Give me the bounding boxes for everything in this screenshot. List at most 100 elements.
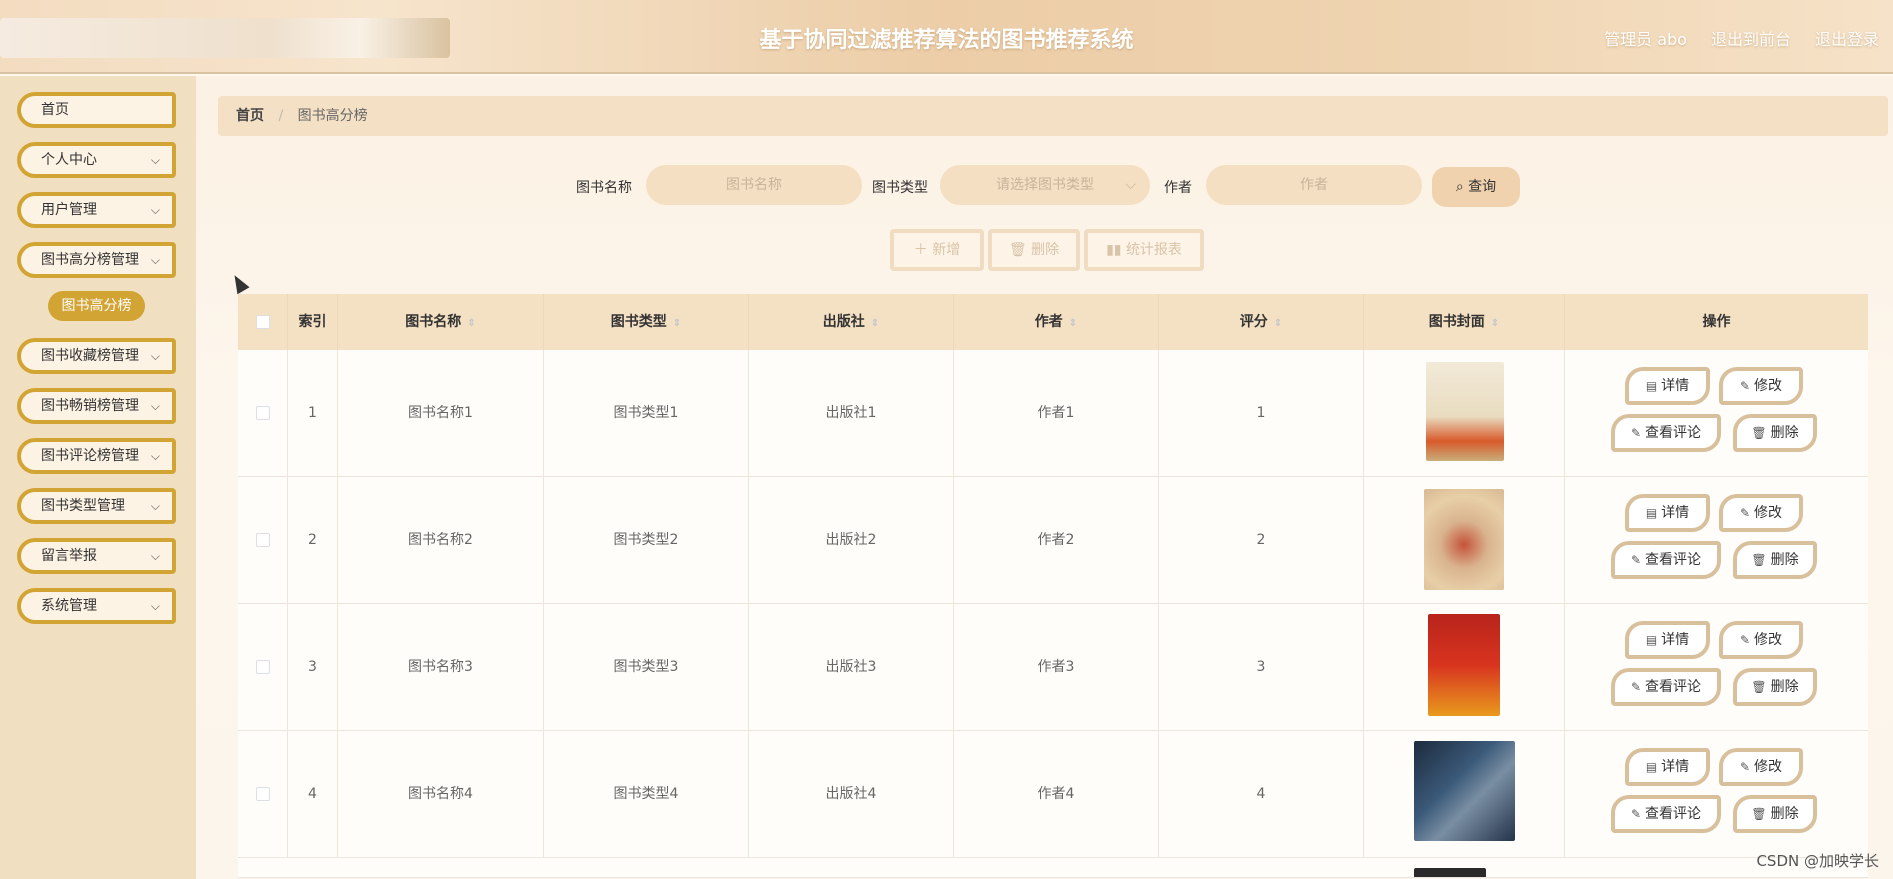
header-label: 作者 <box>1034 314 1063 330</box>
breadcrumb-home[interactable]: 首页 <box>236 108 264 124</box>
view-comments-button[interactable]: ✎ 查看评论 <box>1611 414 1721 452</box>
book-cover-image[interactable] <box>1414 868 1486 877</box>
breadcrumb-current: 图书高分榜 <box>297 108 368 124</box>
csdn-watermark: CSDN @加映学长 <box>1756 852 1879 870</box>
cell-book-type: 图书类型4 <box>544 731 749 858</box>
query-button-label: 查询 <box>1468 179 1497 195</box>
sort-icon: ⇕ <box>672 318 682 329</box>
cell-operations: ▤ 详情 ✎ 修改 ✎ 查看评论 🗑 删除 <box>1565 604 1868 731</box>
select-all-checkbox[interactable] <box>256 315 270 329</box>
add-button[interactable]: ＋ 新增 <box>890 229 984 271</box>
chevron-down-icon: ⌵ <box>150 153 160 167</box>
sidebar-item-label: 留言举报 <box>41 548 97 564</box>
chevron-down-icon: ⌵ <box>150 349 160 363</box>
book-cover-image[interactable] <box>1428 614 1500 716</box>
breadcrumb: 首页 / 图书高分榜 <box>218 96 1888 136</box>
edit-button[interactable]: ✎ 修改 <box>1719 494 1803 532</box>
sidebar-item-messages[interactable]: 留言举报 ⌵ <box>17 538 176 574</box>
delete-button[interactable]: 🗑 删除 <box>988 229 1080 271</box>
book-name-input[interactable]: 图书名称 <box>646 165 862 205</box>
row-select-cell <box>238 604 288 731</box>
trash-icon: 🗑 <box>1751 807 1767 821</box>
detail-button[interactable]: ▤ 详情 <box>1625 621 1710 659</box>
search-icon: ⌕ <box>1455 179 1464 195</box>
document-icon: ▤ <box>1645 506 1658 520</box>
cell-operations: ▤ 详情 ✎ 修改 ✎ 查看评论 🗑 删除 <box>1565 477 1868 604</box>
chevron-down-icon: ⌵ <box>150 449 160 463</box>
book-cover-image[interactable] <box>1424 489 1504 590</box>
edit-button[interactable]: ✎ 修改 <box>1719 748 1803 786</box>
cell-index: 3 <box>288 604 338 731</box>
edit-button[interactable]: ✎ 修改 <box>1719 367 1803 405</box>
edit-label: 修改 <box>1754 632 1783 648</box>
report-button[interactable]: ▮▮ 统计报表 <box>1084 229 1204 271</box>
header-book-type[interactable]: 图书类型 ⇕ <box>544 294 749 350</box>
sidebar-item-favorites-management[interactable]: 图书收藏榜管理 ⌵ <box>17 338 176 374</box>
view-comments-button[interactable]: ✎ 查看评论 <box>1611 668 1721 706</box>
cell-book-type: 图书类型2 <box>544 477 749 604</box>
detail-label: 详情 <box>1661 505 1690 521</box>
logout-link[interactable]: 退出登录 <box>1815 26 1879 50</box>
author-input[interactable]: 作者 <box>1206 165 1422 205</box>
remove-button[interactable]: 🗑 删除 <box>1733 414 1817 452</box>
chevron-down-icon: ⌵ <box>150 399 160 413</box>
sidebar-item-home[interactable]: 首页 <box>17 92 176 128</box>
edit-icon: ✎ <box>1630 807 1642 821</box>
cell-operations: ▤ 详情 ✎ 修改 ✎ 查看评论 🗑 删除 <box>1565 350 1868 477</box>
row-checkbox[interactable] <box>256 533 270 547</box>
table-row <box>238 858 1868 878</box>
row-checkbox[interactable] <box>256 660 270 674</box>
detail-button[interactable]: ▤ 详情 <box>1625 748 1710 786</box>
remove-button[interactable]: 🗑 删除 <box>1733 541 1817 579</box>
view-comments-button[interactable]: ✎ 查看评论 <box>1611 541 1721 579</box>
cell-book-name: 图书名称4 <box>338 731 544 858</box>
cell-index: 1 <box>288 350 338 477</box>
chevron-down-icon: ⌵ <box>1125 177 1136 193</box>
cell-book-name: 图书名称1 <box>338 350 544 477</box>
sidebar-item-personal-center[interactable]: 个人中心 ⌵ <box>17 142 176 178</box>
header-cover[interactable]: 图书封面 ⇕ <box>1364 294 1565 350</box>
sidebar-item-comments-management[interactable]: 图书评论榜管理 ⌵ <box>17 438 176 474</box>
book-type-label: 图书类型 <box>872 180 928 196</box>
book-name-label: 图书名称 <box>576 180 632 196</box>
edit-icon: ✎ <box>1739 760 1751 774</box>
book-cover-image[interactable] <box>1426 362 1504 461</box>
remove-button[interactable]: 🗑 删除 <box>1733 668 1817 706</box>
view-comments-button[interactable]: ✎ 查看评论 <box>1611 795 1721 833</box>
chevron-down-icon: ⌵ <box>150 599 160 613</box>
cell-book-name: 图书名称3 <box>338 604 544 731</box>
edit-icon: ✎ <box>1630 426 1642 440</box>
add-button-label: 新增 <box>932 242 961 258</box>
sidebar-item-system-management[interactable]: 系统管理 ⌵ <box>17 588 176 624</box>
sidebar-item-label: 图书高分榜管理 <box>41 252 139 268</box>
header-publisher[interactable]: 出版社 ⇕ <box>749 294 954 350</box>
cell-author: 作者3 <box>954 604 1159 731</box>
detail-button[interactable]: ▤ 详情 <box>1625 494 1710 532</box>
book-type-select[interactable]: 请选择图书类型 ⌵ <box>940 165 1150 205</box>
table-row: 4 图书名称4 图书类型4 出版社4 作者4 4 ▤ 详情 ✎ 修改 ✎ 查看评论 🗑… <box>238 731 1868 858</box>
row-checkbox[interactable] <box>256 787 270 801</box>
report-button-label: 统计报表 <box>1125 242 1182 258</box>
trash-icon: 🗑 <box>1008 242 1027 258</box>
header-score[interactable]: 评分 ⇕ <box>1159 294 1364 350</box>
query-button[interactable]: ⌕ 查询 <box>1432 167 1520 207</box>
sidebar-item-bestseller-management[interactable]: 图书畅销榜管理 ⌵ <box>17 388 176 424</box>
header-book-name[interactable]: 图书名称 ⇕ <box>338 294 544 350</box>
header-author[interactable]: 作者 ⇕ <box>954 294 1159 350</box>
sidebar: 首页 个人中心 ⌵ 用户管理 ⌵ 图书高分榜管理 ⌵ 图书高分榜 图书收藏榜管理… <box>0 76 196 879</box>
sidebar-item-type-management[interactable]: 图书类型管理 ⌵ <box>17 488 176 524</box>
cell-index: 2 <box>288 477 338 604</box>
detail-button[interactable]: ▤ 详情 <box>1625 367 1710 405</box>
remove-button[interactable]: 🗑 删除 <box>1733 795 1817 833</box>
header-label: 图书名称 <box>405 314 462 330</box>
main-content: 首页 / 图书高分榜 图书名称 图书名称 图书类型 请选择图书类型 ⌵ 作者 作… <box>196 76 1893 879</box>
book-cover-image[interactable] <box>1414 741 1515 841</box>
exit-to-front-link[interactable]: 退出到前台 <box>1711 26 1791 50</box>
row-checkbox[interactable] <box>256 406 270 420</box>
header-label: 图书封面 <box>1428 314 1485 330</box>
edit-button[interactable]: ✎ 修改 <box>1719 621 1803 659</box>
comments-label: 查看评论 <box>1645 425 1702 441</box>
sidebar-subitem-high-score[interactable]: 图书高分榜 <box>48 291 145 321</box>
sidebar-item-user-management[interactable]: 用户管理 ⌵ <box>17 192 176 228</box>
sidebar-item-high-score-management[interactable]: 图书高分榜管理 ⌵ <box>17 242 176 278</box>
